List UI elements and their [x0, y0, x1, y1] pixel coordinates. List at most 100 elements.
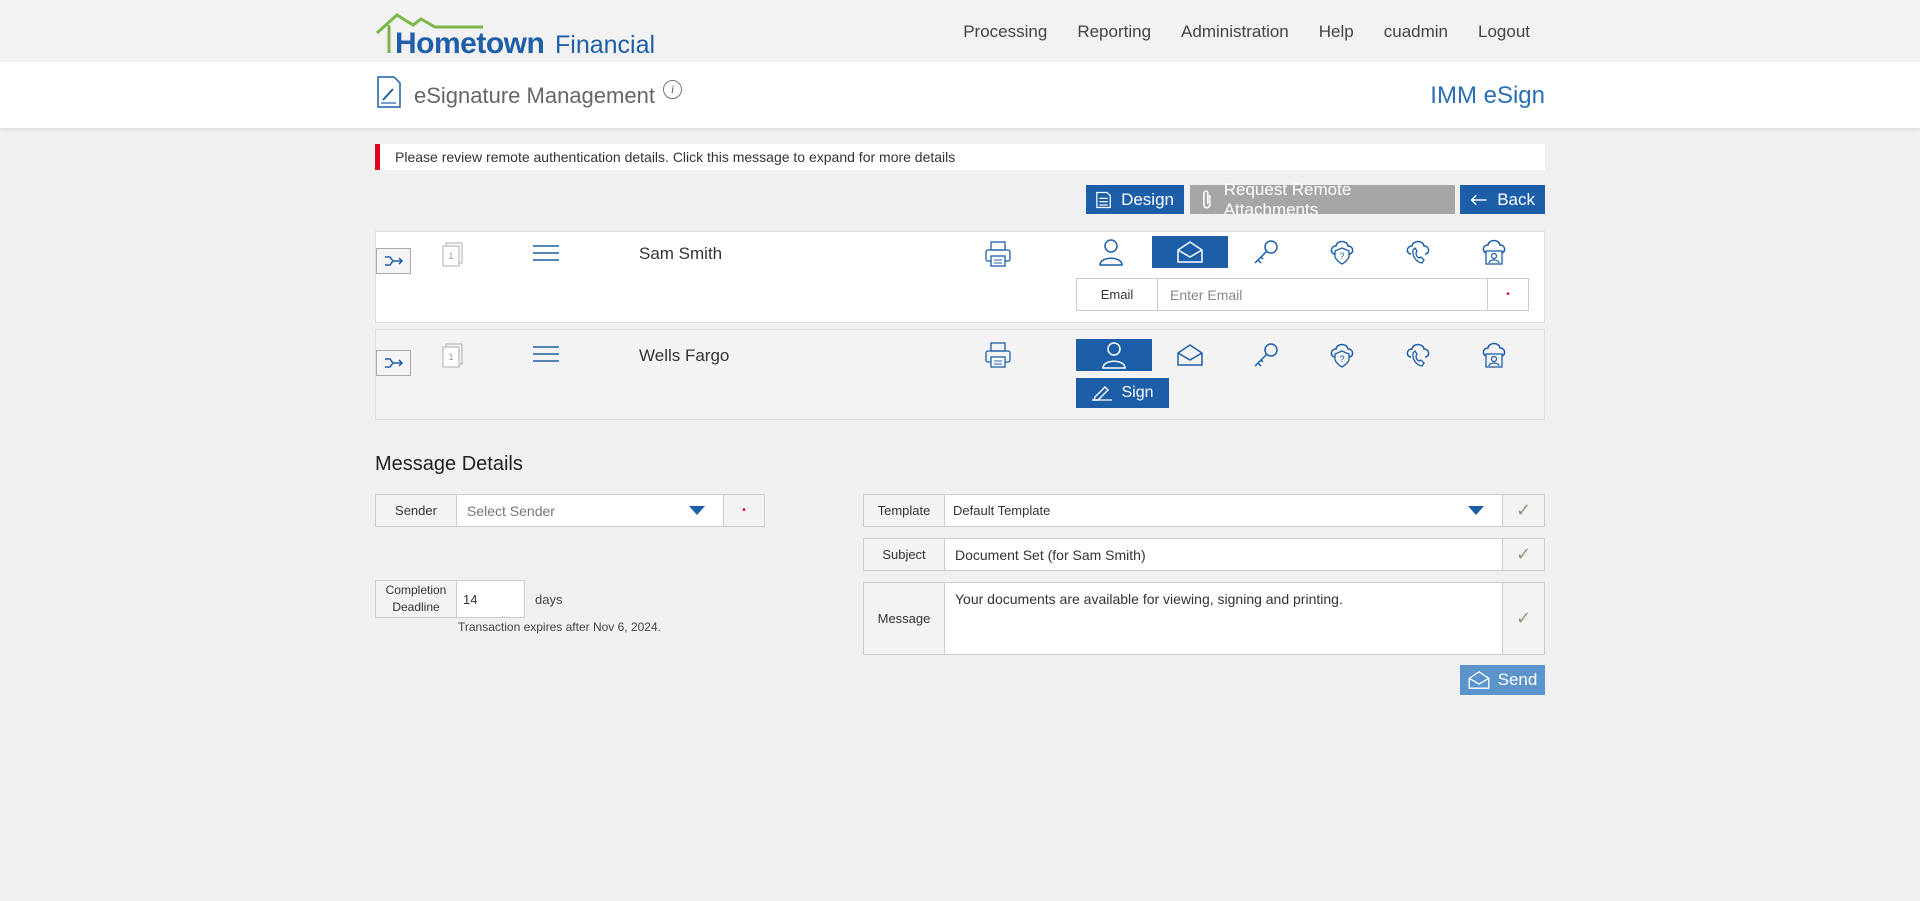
email-input[interactable] [1158, 279, 1487, 310]
design-button[interactable]: Design [1086, 185, 1184, 214]
route-arrow-icon [384, 256, 403, 266]
auth-email-button[interactable] [1152, 339, 1228, 371]
pen-signature-icon [1092, 386, 1113, 401]
nav-reporting[interactable]: Reporting [1077, 22, 1151, 42]
email-field-group: Email • [1076, 278, 1529, 311]
sign-button-label: Sign [1121, 384, 1154, 401]
chevron-down-icon [1468, 506, 1484, 515]
list-document-icon [1096, 191, 1111, 208]
template-field-group: Template Default Template ✓ [863, 494, 1545, 527]
info-icon[interactable]: i [663, 80, 682, 99]
sign-button[interactable]: Sign [1076, 378, 1169, 408]
back-button-label: Back [1497, 189, 1535, 209]
auth-phone-button[interactable] [1380, 236, 1456, 268]
sender-field-group: Sender Select Sender • [375, 494, 765, 527]
nav-processing[interactable]: Processing [963, 22, 1047, 42]
nav-help[interactable]: Help [1319, 22, 1354, 42]
auth-none-button[interactable] [1073, 236, 1149, 268]
auth-id-button[interactable] [1456, 236, 1532, 268]
auth-question-button[interactable]: ? [1304, 339, 1380, 371]
hamburger-menu-icon[interactable] [533, 244, 559, 262]
email-icon [1177, 241, 1203, 263]
auth-key-button[interactable] [1228, 236, 1304, 268]
cloud-id-icon [1482, 342, 1506, 368]
person-icon [1099, 239, 1123, 266]
logo-brand-name: Hometown [395, 27, 545, 60]
template-select[interactable]: Default Template [945, 495, 1502, 526]
person-icon [1102, 342, 1126, 369]
message-textarea[interactable]: Your documents are available for viewing… [945, 583, 1502, 654]
signer-name: Wells Fargo [639, 346, 730, 365]
cloud-id-icon [1482, 239, 1506, 265]
message-label: Message [864, 583, 945, 654]
request-remote-attachments-button[interactable]: Request Remote Attachments [1190, 180, 1455, 219]
auth-none-button[interactable] [1076, 339, 1152, 371]
nav-logout[interactable]: Logout [1478, 22, 1530, 42]
design-button-label: Design [1121, 189, 1174, 209]
printer-icon[interactable] [984, 341, 1012, 369]
cloud-question-icon: ? [1330, 240, 1354, 265]
send-button-label: Send [1497, 670, 1538, 689]
completion-deadline-input[interactable]: 14 [457, 581, 524, 617]
signer-name: Sam Smith [639, 244, 723, 263]
cloud-phone-icon [1406, 240, 1430, 264]
routing-toggle-button[interactable] [376, 248, 411, 274]
document-sign-icon [377, 76, 401, 108]
hometown-financial-logo[interactable]: Hometown Financial [375, 11, 655, 60]
paperclip-icon [1203, 189, 1211, 209]
signer-row-sam-smith: 1 Sam Smith ? Email • [375, 231, 1545, 323]
back-button[interactable]: Back [1460, 185, 1545, 214]
printer-icon[interactable] [984, 240, 1012, 268]
routing-toggle-button[interactable] [376, 350, 411, 376]
template-label: Template [864, 495, 945, 526]
svg-text:?: ? [1339, 354, 1344, 364]
hamburger-menu-icon[interactable] [533, 345, 559, 363]
arrow-left-icon [1470, 194, 1487, 205]
message-details-heading: Message Details [375, 453, 523, 475]
email-icon [1177, 344, 1203, 366]
page-header: eSignature Management i IMM eSign [0, 62, 1920, 128]
page-count-icon: 1 [442, 242, 463, 267]
days-unit-label: days [535, 592, 563, 607]
page-count-icon: 1 [442, 343, 463, 368]
subject-label: Subject [864, 539, 945, 570]
main-nav: Processing Reporting Administration Help… [963, 22, 1530, 42]
top-bar: Hometown Financial Processing Reporting … [0, 0, 1920, 61]
logo-brand-suffix: Financial [555, 31, 656, 59]
page-title: eSignature Management [414, 83, 655, 108]
email-label: Email [1077, 279, 1158, 310]
chevron-down-icon [689, 506, 705, 515]
auth-email-button[interactable] [1152, 236, 1228, 268]
subject-field-group: Subject Document Set (for Sam Smith) ✓ [863, 538, 1545, 571]
subject-check-icon: ✓ [1502, 539, 1544, 570]
nav-administration[interactable]: Administration [1181, 22, 1289, 42]
auth-question-button[interactable]: ? [1304, 236, 1380, 268]
product-name: IMM eSign [1430, 82, 1545, 109]
key-icon [1254, 240, 1278, 264]
auth-key-button[interactable] [1228, 339, 1304, 371]
email-icon [1468, 671, 1490, 689]
route-arrow-icon [384, 358, 403, 368]
svg-text:1: 1 [448, 251, 453, 261]
completion-deadline-label: Completion Deadline [376, 581, 457, 617]
sender-select-value: Select Sender [467, 502, 555, 519]
auth-id-button[interactable] [1456, 339, 1532, 371]
subject-input[interactable]: Document Set (for Sam Smith) [945, 539, 1502, 570]
sender-select[interactable]: Select Sender [457, 495, 723, 526]
expiration-note: Transaction expires after Nov 6, 2024. [458, 620, 661, 634]
template-select-value: Default Template [953, 503, 1051, 518]
sender-label: Sender [376, 495, 457, 526]
template-check-icon: ✓ [1502, 495, 1544, 526]
message-field-group: Message Your documents are available for… [863, 582, 1545, 655]
signer-row-wells-fargo: 1 Wells Fargo ? Sign [375, 329, 1545, 420]
auth-phone-button[interactable] [1380, 339, 1456, 371]
svg-text:1: 1 [448, 352, 453, 362]
cloud-phone-icon [1406, 343, 1430, 367]
message-check-icon: ✓ [1502, 583, 1544, 654]
email-required-indicator: • [1487, 279, 1528, 310]
nav-user[interactable]: cuadmin [1384, 22, 1448, 42]
attachments-button-label: Request Remote Attachments [1223, 179, 1352, 219]
remote-auth-alert[interactable]: Please review remote authentication deta… [375, 144, 1545, 170]
completion-deadline-group: Completion Deadline 14 [375, 580, 525, 618]
send-button[interactable]: Send [1460, 665, 1545, 695]
